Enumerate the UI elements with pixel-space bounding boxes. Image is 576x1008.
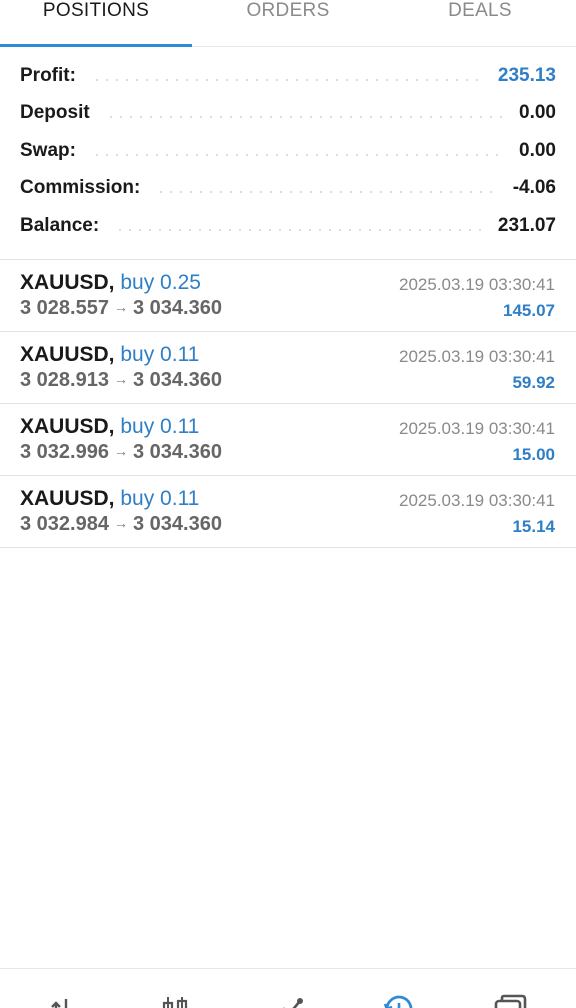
position-row[interactable]: XAUUSD, buy 0.11 3 032.984 → 3 034.360 202… [0, 476, 576, 548]
arrow-right-icon: → [113, 515, 128, 531]
commission-label: Commission: [20, 177, 141, 199]
current-price: 3 034.360 [132, 369, 222, 391]
position-prices: 3 028.557 → 3 034.360 [20, 297, 222, 320]
nav-chart[interactable] [156, 993, 196, 1008]
position-symbol: XAUUSD, [20, 343, 115, 366]
current-price: 3 034.360 [132, 441, 222, 463]
position-title: XAUUSD, buy 0.11 [20, 415, 199, 439]
position-symbol: XAUUSD, [20, 487, 115, 510]
position-side: buy 0.11 [120, 487, 200, 510]
position-title: XAUUSD, buy 0.11 [20, 487, 199, 511]
nav-messages[interactable] [492, 993, 532, 1008]
position-profit: 15.14 [512, 517, 555, 536]
position-time: 2025.03.19 03:30:41 [399, 491, 555, 510]
deposit-value: 0.00 [519, 102, 556, 124]
summary-row-profit: Profit: 235.13 [0, 57, 576, 95]
tab-bar: POSITIONS ORDERS DEALS [0, 0, 576, 47]
summary-row-balance: Balance: 231.07 [0, 207, 576, 245]
nav-history[interactable] [380, 993, 420, 1008]
swap-value: 0.00 [519, 139, 556, 161]
position-prices: 3 032.996 → 3 034.360 [20, 441, 222, 464]
dotted-leader [91, 153, 504, 156]
tab-positions[interactable]: POSITIONS [0, 0, 192, 47]
dotted-leader [156, 191, 497, 194]
position-prices: 3 028.913 → 3 034.360 [20, 369, 222, 392]
position-side: buy 0.11 [120, 343, 200, 366]
positions-list: XAUUSD, buy 0.25 3 028.557 → 3 034.360 202… [0, 260, 576, 548]
balance-value: 231.07 [497, 214, 556, 236]
position-row[interactable]: XAUUSD, buy 0.25 3 028.557 → 3 034.360 202… [0, 260, 576, 332]
arrow-right-icon: → [113, 443, 128, 459]
position-time: 2025.03.19 03:30:41 [399, 275, 555, 294]
nav-trade[interactable] [270, 993, 310, 1008]
tab-deals[interactable]: DEALS [384, 0, 576, 46]
position-symbol: XAUUSD, [20, 415, 115, 438]
chart-icon [162, 997, 188, 1008]
position-row[interactable]: XAUUSD, buy 0.11 3 032.996 → 3 034.360 202… [0, 404, 576, 476]
position-title: XAUUSD, buy 0.11 [20, 343, 199, 367]
profit-value: 235.13 [497, 64, 556, 86]
current-price: 3 034.360 [132, 297, 222, 319]
messages-icon [494, 994, 527, 1008]
dotted-leader [115, 228, 482, 231]
summary-row-commission: Commission: -4.06 [0, 170, 576, 208]
open-price: 3 032.984 [20, 513, 109, 535]
history-icon [383, 995, 413, 1008]
position-title: XAUUSD, buy 0.25 [20, 271, 201, 295]
commission-value: -4.06 [512, 177, 556, 199]
position-time: 2025.03.19 03:30:41 [399, 419, 555, 438]
position-profit: 15.00 [512, 445, 555, 464]
current-price: 3 034.360 [132, 513, 222, 535]
open-price: 3 032.996 [20, 441, 109, 463]
open-price: 3 028.913 [20, 369, 109, 391]
dotted-leader [91, 78, 482, 81]
open-price: 3 028.557 [20, 297, 109, 319]
position-symbol: XAUUSD, [20, 271, 115, 294]
trade-icon [283, 998, 303, 1008]
tab-orders[interactable]: ORDERS [192, 0, 384, 46]
position-profit: 145.07 [503, 301, 555, 320]
position-row[interactable]: XAUUSD, buy 0.11 3 028.913 → 3 034.360 202… [0, 332, 576, 404]
bottom-navigation [0, 968, 576, 1008]
swap-label: Swap: [20, 139, 76, 161]
position-side: buy 0.11 [120, 415, 200, 438]
position-side: buy 0.25 [120, 271, 201, 294]
summary-row-deposit: Deposit 0.00 [0, 95, 576, 133]
position-prices: 3 032.984 → 3 034.360 [20, 513, 222, 536]
position-time: 2025.03.19 03:30:41 [399, 347, 555, 366]
balance-label: Balance: [20, 214, 100, 236]
quotes-icon [51, 999, 68, 1008]
nav-quotes[interactable] [44, 993, 84, 1008]
position-profit: 59.92 [512, 373, 555, 392]
account-summary: Profit: 235.13 Deposit 0.00 Swap: 0.00 C… [0, 57, 576, 245]
summary-row-swap: Swap: 0.00 [0, 132, 576, 170]
arrow-right-icon: → [113, 371, 128, 387]
dotted-leader [105, 116, 504, 119]
profit-label: Profit: [20, 64, 76, 86]
arrow-right-icon: → [113, 299, 128, 315]
deposit-label: Deposit [20, 102, 90, 124]
